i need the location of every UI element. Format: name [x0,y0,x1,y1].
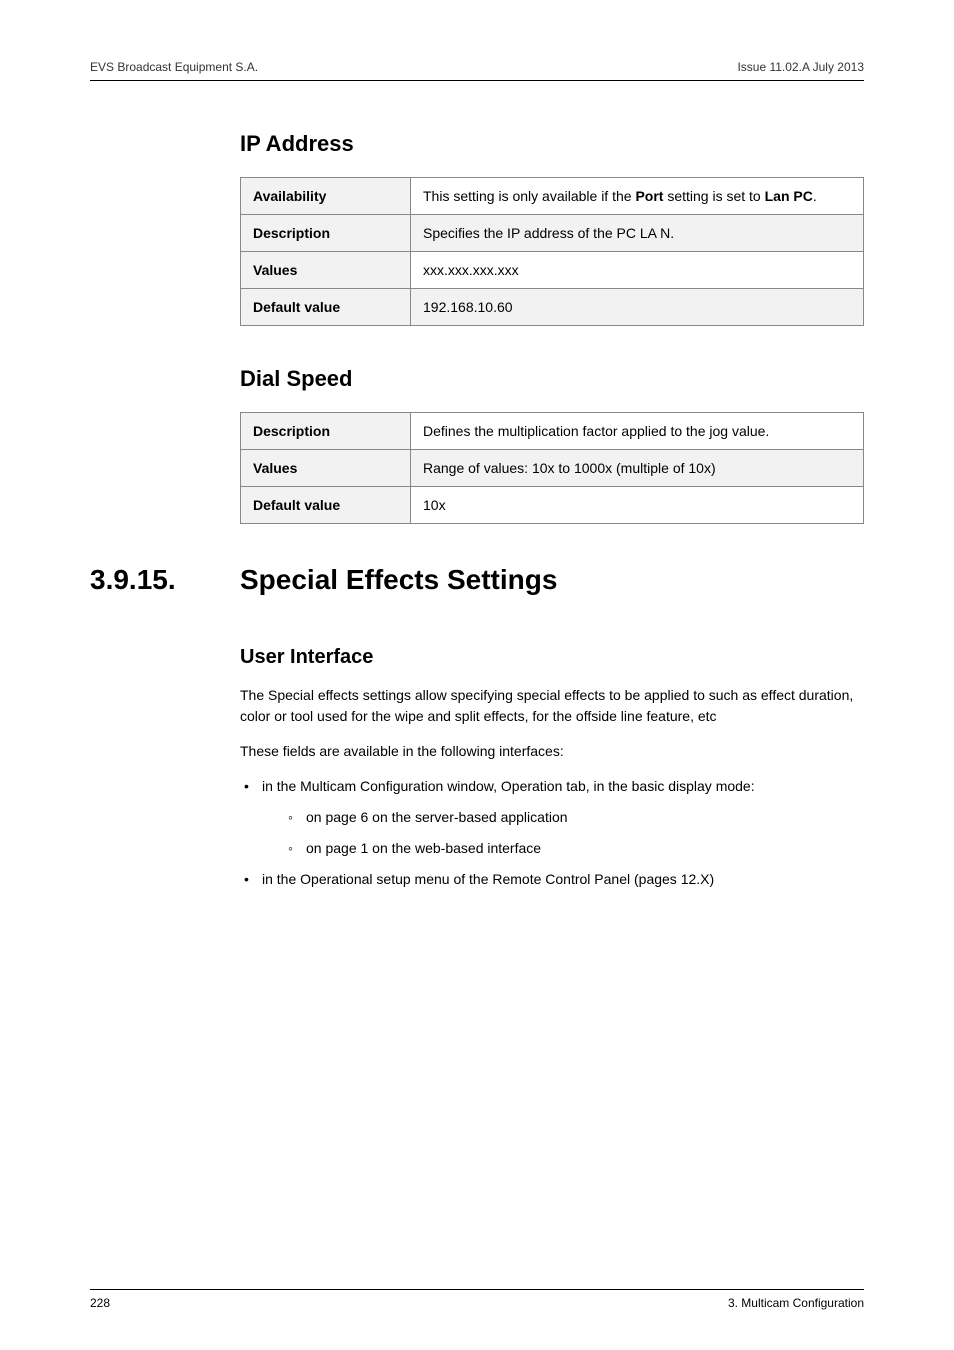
cell-value: This setting is only available if the Po… [411,178,864,215]
cell-label: Values [241,252,411,289]
sub-list: on page 6 on the server-based applicatio… [262,807,864,859]
cell-label: Description [241,413,411,450]
list-item: in the Operational setup menu of the Rem… [240,869,864,890]
list-text: in the Multicam Configuration window, Op… [262,778,755,794]
cell-label: Values [241,450,411,487]
text-span: This setting is only available if the [423,188,635,204]
list-item: on page 6 on the server-based applicatio… [284,807,864,828]
dial-speed-table: Description Defines the multiplication f… [240,412,864,524]
section-content: User Interface The Special effects setti… [240,646,864,890]
cell-value: 192.168.10.60 [411,289,864,326]
cell-value: 10x [411,487,864,524]
cell-label: Description [241,215,411,252]
content-area: IP Address Availability This setting is … [240,131,864,524]
section-title: Special Effects Settings [240,564,557,596]
dial-speed-heading: Dial Speed [240,366,864,392]
ip-address-heading: IP Address [240,131,864,157]
bullet-list: in the Multicam Configuration window, Op… [240,776,864,890]
bold-text: Lan PC [765,188,813,204]
paragraph: The Special effects settings allow speci… [240,685,864,727]
paragraph: These fields are available in the follow… [240,741,864,762]
table-row: Availability This setting is only availa… [241,178,864,215]
table-row: Default value 10x [241,487,864,524]
bold-text: Port [635,188,663,204]
table-row: Values Range of values: 10x to 1000x (mu… [241,450,864,487]
cell-value: Defines the multiplication factor applie… [411,413,864,450]
cell-label: Availability [241,178,411,215]
cell-value: Range of values: 10x to 1000x (multiple … [411,450,864,487]
cell-label: Default value [241,487,411,524]
header-left: EVS Broadcast Equipment S.A. [90,60,258,74]
user-interface-heading: User Interface [240,646,864,669]
footer-section: 3. Multicam Configuration [728,1296,864,1310]
page: EVS Broadcast Equipment S.A. Issue 11.02… [0,0,954,1350]
cell-value: Specifies the IP address of the PC LA N. [411,215,864,252]
text-span: setting is set to [663,188,764,204]
table-row: Description Specifies the IP address of … [241,215,864,252]
section-number: 3.9.15. [90,564,240,596]
table-row: Description Defines the multiplication f… [241,413,864,450]
page-number: 228 [90,1296,110,1310]
list-item: in the Multicam Configuration window, Op… [240,776,864,859]
footer-rule [90,1289,864,1290]
list-item: on page 1 on the web-based interface [284,838,864,859]
cell-label: Default value [241,289,411,326]
table-row: Values xxx.xxx.xxx.xxx [241,252,864,289]
ip-address-table: Availability This setting is only availa… [240,177,864,326]
text-span: . [813,188,817,204]
footer-row: 228 3. Multicam Configuration [90,1296,864,1310]
header-right: Issue 11.02.A July 2013 [737,60,864,74]
header-rule [90,80,864,81]
table-row: Default value 192.168.10.60 [241,289,864,326]
page-header: EVS Broadcast Equipment S.A. Issue 11.02… [90,60,864,74]
cell-value: xxx.xxx.xxx.xxx [411,252,864,289]
page-footer: 228 3. Multicam Configuration [90,1289,864,1310]
section-heading-row: 3.9.15. Special Effects Settings [90,564,864,596]
